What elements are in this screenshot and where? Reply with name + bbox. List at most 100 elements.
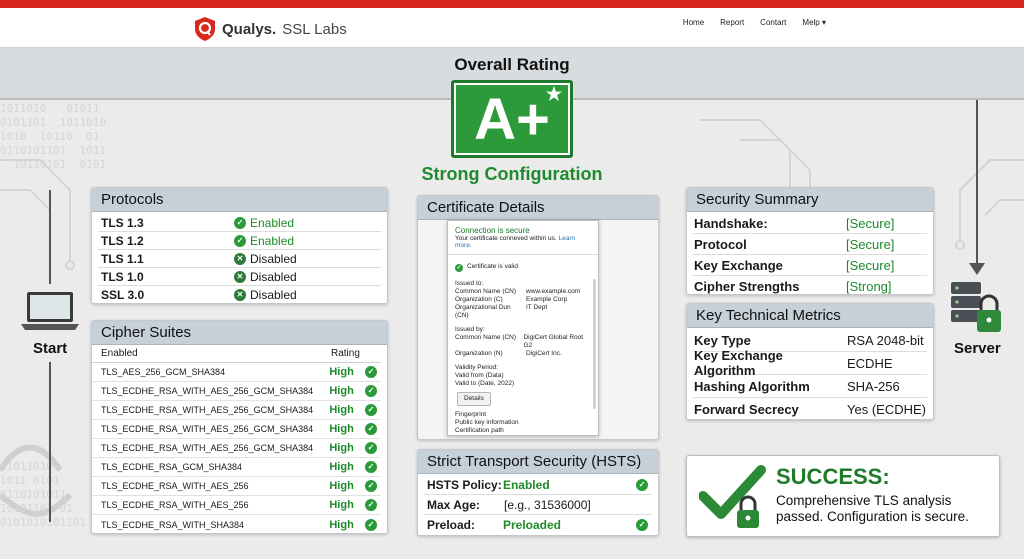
start-connector-line xyxy=(49,190,51,284)
valid-from: Valid from (Data) xyxy=(455,372,504,379)
nav-home[interactable]: Home xyxy=(683,18,704,27)
protocol-row: TLS 1.1 ✕ Disabled xyxy=(98,250,381,268)
field-value: DigiCert Global Root G2 xyxy=(523,334,584,349)
connection-secure-section: Connection is secure Your certificate co… xyxy=(448,221,598,255)
metric-row: Key Exchange Algorithm ECDHE xyxy=(693,348,927,378)
col-enabled-header: Enabled xyxy=(101,348,138,359)
cipher-name: TLS_AES_256_GCM_SHA384 xyxy=(101,367,226,377)
protocol-row: TLS 1.3 ✓ Enabled xyxy=(98,214,381,232)
key-metrics-card: Key Technical Metrics Key Type RSA 2048-b… xyxy=(686,303,934,420)
popup-scrollbar[interactable] xyxy=(593,279,596,409)
server-label: Server xyxy=(954,340,1001,357)
checkmark-lock-icon xyxy=(699,465,766,528)
summary-row: Protocol [Secure] xyxy=(693,234,927,255)
hsts-value: [e.g., 31536000] xyxy=(504,497,591,512)
field-value: Example Corp xyxy=(526,296,568,303)
cipher-name: TLS_ECDHE_RSA_WITH_AES_256 xyxy=(101,481,249,491)
cipher-row: TLS_ECDHE_RSA_GCM_SHA384 High ✓ xyxy=(92,458,381,477)
metric-key: Key Exchange Algorithm xyxy=(694,348,783,378)
check-circle-icon: ✓ xyxy=(365,461,377,473)
nav-report[interactable]: Report xyxy=(720,18,744,27)
metric-row: Forward Secrecy Yes (ECDHE) xyxy=(693,398,927,419)
summary-key: Cipher Strengths xyxy=(694,279,800,294)
summary-row: Handshake: [Secure] xyxy=(693,213,927,234)
cipher-suites-title: Cipher Suites xyxy=(92,321,387,345)
metric-value: Yes (ECDHE) xyxy=(847,402,926,417)
certificate-valid: Certificate is valid xyxy=(467,263,518,270)
protocol-status: Disabled xyxy=(250,288,297,302)
top-nav: Home Report Contart Melp ▾ xyxy=(683,18,826,27)
brand-logo[interactable]: Qualys. SSL Labs xyxy=(194,16,347,42)
field-value: IT Dept xyxy=(526,304,548,311)
cipher-rating: High xyxy=(329,499,354,511)
issued-by-row: Common Name (CN) DigiCert Global Root G2 xyxy=(455,334,591,350)
cipher-rating: High xyxy=(329,442,354,454)
brand-name: Qualys. xyxy=(222,20,277,38)
hsts-value: Preloaded xyxy=(502,518,561,532)
cipher-name: TLS_ECDHE_RSA_WITH_SHA384 xyxy=(101,519,245,530)
key-metrics-title: Key Technical Metrics xyxy=(687,304,933,328)
protocols-title: Protocols xyxy=(92,188,387,212)
check-circle-icon: ✓ xyxy=(365,499,377,511)
cipher-row: TLS_ECDHE_RSA_WITH_AES_256 High ✓ xyxy=(92,477,381,496)
summary-row: Key Exchange [Secure] xyxy=(693,255,927,276)
arrow-down-icon xyxy=(969,263,985,275)
top-accent-strip xyxy=(0,0,1024,8)
nav-help[interactable]: Melp ▾ xyxy=(802,18,826,27)
cipher-name: TLS_ECDHE_RSA_WITH_AES_256_GCM_SHA384 xyxy=(101,405,314,415)
cipher-name: TLS_ECDHE_RSA_GCM_SHA384 xyxy=(101,462,243,472)
cipher-rating: High xyxy=(329,366,354,378)
connection-secure-sub: Your certificate conneved within us. xyxy=(455,235,557,242)
certificate-info: ✓ Certificate is valid Issued to: Common … xyxy=(448,255,598,439)
metric-value: RSA 2048-bit xyxy=(847,332,924,348)
cipher-row: TLS_ECDHE_RSA_WITH_AES_256_GCM_SHA384 Hig… xyxy=(92,420,381,439)
issued-by-row: Organization (N) DigiCert Inc. xyxy=(455,350,591,358)
protocol-name: SSL 3.0 xyxy=(101,288,145,302)
hsts-title: Strict Transport Security (HSTS) xyxy=(418,450,658,474)
cipher-name: TLS_ECDHE_RSA_WITH_AES_256_GCM_SHA384 xyxy=(101,443,314,453)
metric-value: ECDHE xyxy=(847,355,893,371)
hsts-value: Enabled xyxy=(502,477,550,492)
certificate-title: Certificate Details xyxy=(418,196,658,220)
protocol-status: Disabled xyxy=(250,269,297,284)
qualys-shield-icon xyxy=(195,17,215,41)
details-button[interactable]: Details xyxy=(457,392,491,406)
x-circle-icon: ✕ xyxy=(234,252,246,265)
col-rating-header: Rating xyxy=(331,348,360,359)
nav-contact[interactable]: Contart xyxy=(760,18,786,27)
x-circle-icon: ✕ xyxy=(234,289,246,301)
protocol-name: TLS 1.3 xyxy=(101,215,144,230)
check-circle-icon: ✓ xyxy=(365,385,377,397)
issued-to-row: Common Name (CN) www.example.com xyxy=(455,288,591,296)
overall-rating-title: Overall Rating xyxy=(454,55,570,74)
certificate-popup: Connection is secure Your certificate co… xyxy=(447,220,599,436)
check-circle-icon: ✓ xyxy=(636,519,648,531)
check-circle-icon: ✓ xyxy=(636,478,648,491)
cipher-name: TLS_ECDHE_RSA_WITH_AES_256_GCM_SHA384 xyxy=(101,386,314,396)
cipher-table-header: Enabled Rating xyxy=(92,345,381,363)
protocol-status: Disabled xyxy=(250,251,297,266)
validity-label: Validity Period: xyxy=(455,364,498,371)
cipher-rating: High xyxy=(329,518,354,531)
cipher-row: TLS_AES_256_GCM_SHA384 High ✓ xyxy=(92,363,381,382)
hsts-row: HSTS Policy: Enabled ✓ xyxy=(424,475,652,495)
overall-grade: A+ xyxy=(474,87,550,152)
binary-pattern-left: 1011010 01011 0101101 1011010 1010 10110… xyxy=(0,102,106,171)
cipher-rating: High xyxy=(329,480,354,492)
cert-path-label: Certification path xyxy=(455,427,504,434)
cipher-rating: High xyxy=(329,404,354,416)
protocol-name: TLS 1.2 xyxy=(101,233,144,248)
summary-key: Handshake: xyxy=(694,215,768,231)
server-lock-icon xyxy=(951,282,1001,332)
metric-key: Hashing Algorithm xyxy=(694,378,810,394)
cipher-rating: High xyxy=(329,423,354,435)
success-message: Comprehensive TLS analysis passed. Confi… xyxy=(776,493,969,524)
field-value: DigiCert Inc. xyxy=(526,350,562,357)
cipher-row: TLS_ECDHE_RSA_WITH_AES_256_GCM_SHA384 Hig… xyxy=(92,401,381,420)
laptop-icon xyxy=(21,292,79,330)
hsts-key: Max Age: xyxy=(427,497,480,512)
public-key-label: Public key information xyxy=(455,419,519,426)
nav-help-label: Melp xyxy=(802,18,820,27)
cipher-rating: High xyxy=(329,385,354,397)
summary-key: Key Exchange xyxy=(694,257,783,273)
